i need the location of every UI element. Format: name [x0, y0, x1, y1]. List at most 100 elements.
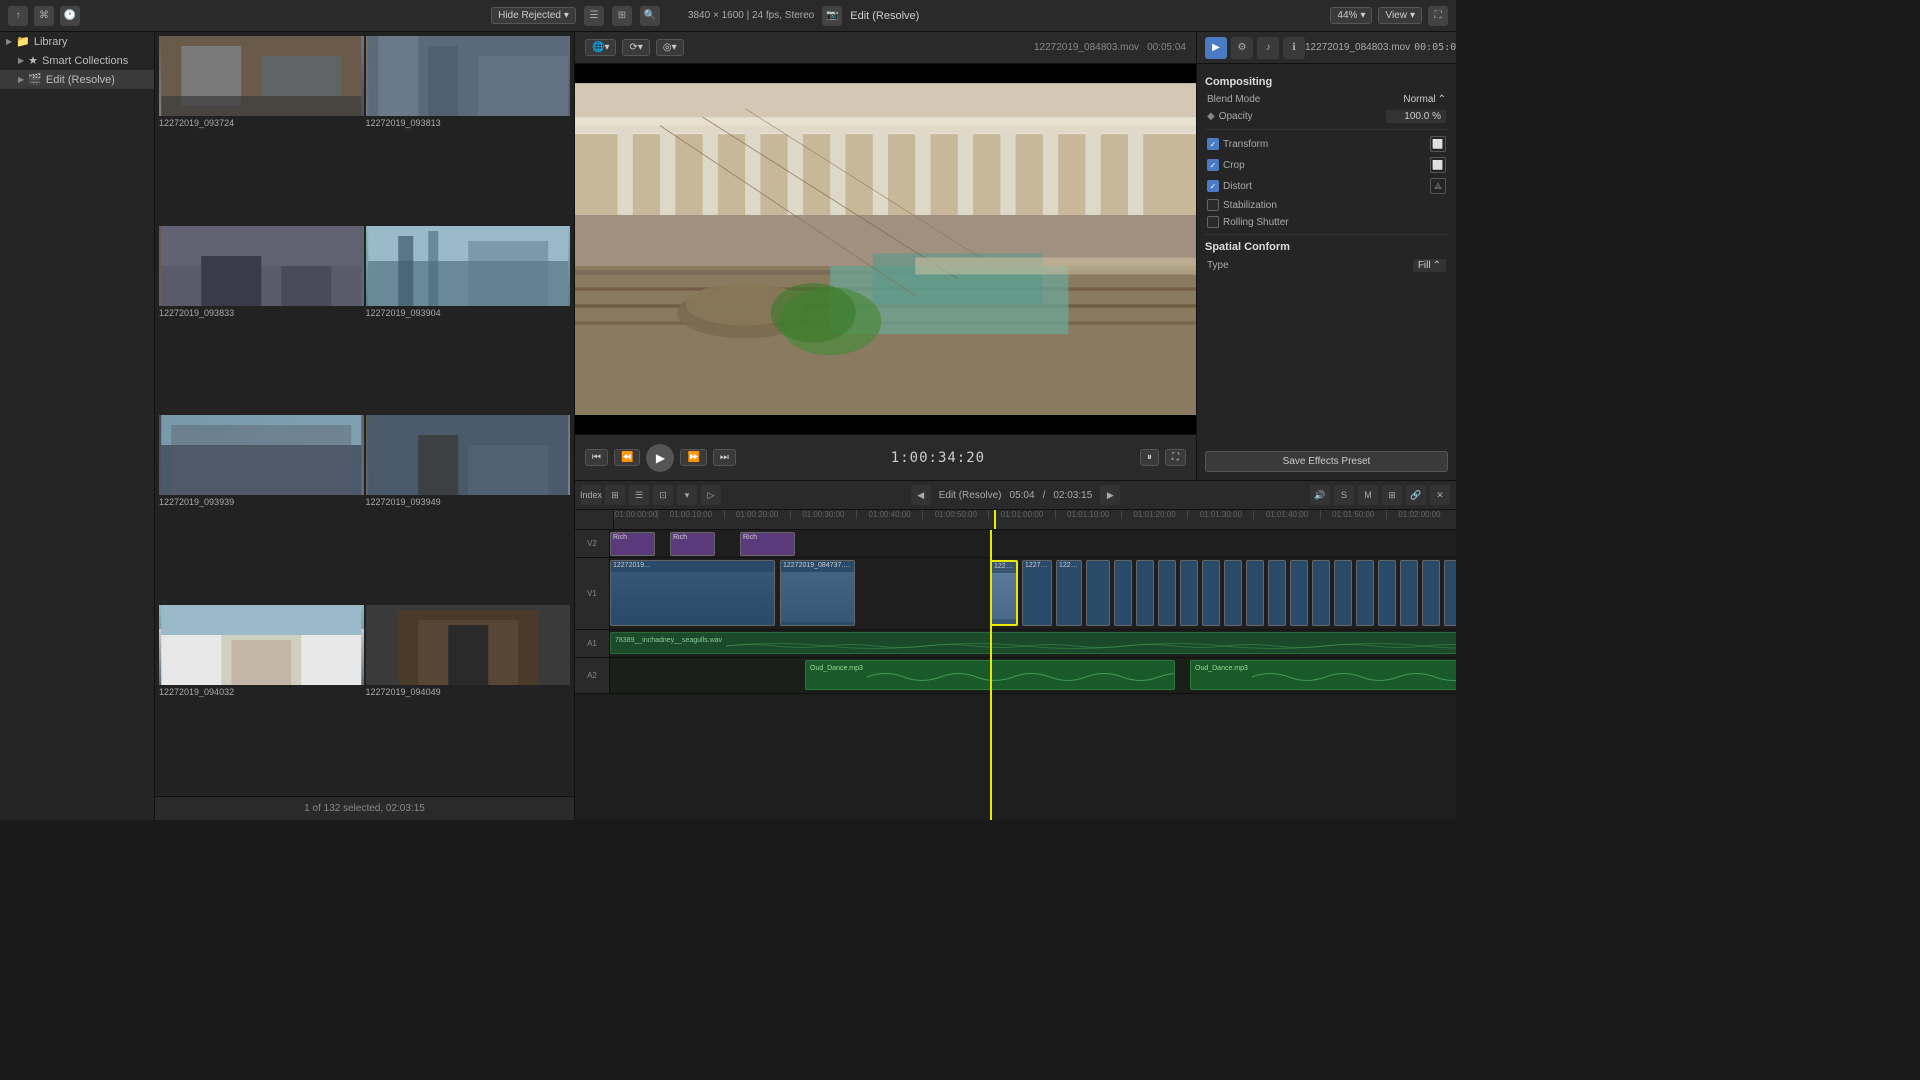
thumbnail-label: 12272019_093813	[366, 116, 571, 130]
list-view-icon[interactable]: ☰	[584, 6, 604, 26]
clip-v1-8[interactable]	[1158, 560, 1176, 626]
clip-v1-16[interactable]	[1334, 560, 1352, 626]
view-button[interactable]: View ▾	[1378, 7, 1422, 24]
inspector-audio-icon[interactable]: ♪	[1257, 37, 1279, 59]
search-icon[interactable]: 🔍	[640, 6, 660, 26]
fullscreen-icon[interactable]: ⛶	[1428, 6, 1448, 26]
tl-btn-5[interactable]: ▷	[701, 485, 721, 505]
rolling-shutter-checkbox[interactable]	[1207, 216, 1219, 228]
a1-content: 78389__inchadney__seagulls.wav Oud_Dance…	[610, 630, 1456, 657]
tl-snap-btn[interactable]: ⊞	[1382, 485, 1402, 505]
tl-solo-btn[interactable]: S	[1334, 485, 1354, 505]
camera-icon[interactable]: 📷	[822, 6, 842, 26]
zoom-control[interactable]: 44% ▾	[1330, 7, 1372, 24]
key-icon[interactable]: ⌘	[34, 6, 54, 26]
distort-checkbox[interactable]: ✓	[1207, 180, 1219, 192]
pause-btn[interactable]: ⏸	[1140, 449, 1159, 466]
clip-v1-18[interactable]	[1378, 560, 1396, 626]
tl-close-btn[interactable]: ✕	[1430, 485, 1450, 505]
type-dropdown[interactable]: Fill ⌃	[1413, 259, 1446, 272]
clip-v1-13[interactable]	[1268, 560, 1286, 626]
tl-btn-2[interactable]: ☰	[629, 485, 649, 505]
sidebar-item-library[interactable]: ▶ 📁 Library	[0, 32, 154, 51]
clip-v1-21[interactable]	[1444, 560, 1456, 626]
clip-v1-12[interactable]	[1246, 560, 1264, 626]
clip-v1-9[interactable]	[1180, 560, 1198, 626]
clip-rich-2[interactable]: Rich	[670, 532, 715, 556]
transport-prev-btn[interactable]: ⏮	[585, 449, 608, 466]
distort-expand-icon[interactable]: ⟁	[1430, 178, 1446, 194]
sidebar-item-smart-collections[interactable]: ▶ ★ Smart Collections	[0, 51, 154, 70]
hide-rejected-button[interactable]: Hide Rejected ▾	[491, 7, 576, 24]
timeline-ruler: 01:00:00:00 01:00:10:00 01:00:20:00 01:0…	[575, 510, 1456, 530]
thumbnail-label: 12272019_094032	[159, 685, 364, 699]
viewer-effect-btn[interactable]: ◎▾	[656, 39, 684, 56]
inspector-content: Compositing Blend Mode Normal ⌃ ◆	[1197, 64, 1456, 443]
viewer-globe-btn[interactable]: 🌐▾	[585, 39, 616, 56]
thumbnail-item[interactable]: 12272019_093833	[159, 226, 364, 414]
inspector-info-icon[interactable]: ℹ	[1283, 37, 1305, 59]
clip-rich-3[interactable]: Rich	[740, 532, 795, 556]
thumbnail-item[interactable]: 12272019_093724	[159, 36, 364, 224]
thumbnail-item[interactable]: 12272019_093904	[366, 226, 571, 414]
crop-expand-icon[interactable]: ⬜	[1430, 157, 1446, 173]
track-area: V2 Rich Rich Rich	[575, 530, 1456, 820]
thumbnail-item[interactable]: 12272019_093949	[366, 415, 571, 603]
crop-checkbox[interactable]: ✓	[1207, 159, 1219, 171]
clip-v1-6[interactable]	[1114, 560, 1132, 626]
transform-checkbox[interactable]: ✓	[1207, 138, 1219, 150]
sidebar-item-edit-resolve[interactable]: ▶ 🎬 Edit (Resolve)	[0, 70, 154, 89]
stabilization-checkbox[interactable]	[1207, 199, 1219, 211]
clip-v1-20[interactable]	[1422, 560, 1440, 626]
inspector-filter-icon[interactable]: ⚙	[1231, 37, 1253, 59]
clip-v1-14[interactable]	[1290, 560, 1308, 626]
v2-content: Rich Rich Rich	[610, 530, 1456, 557]
a1-clip-seagulls[interactable]: 78389__inchadney__seagulls.wav	[610, 632, 1456, 654]
tl-btn-1[interactable]: ⊞	[605, 485, 625, 505]
rolling-shutter-label: Rolling Shutter	[1207, 216, 1289, 228]
clip-084737[interactable]: 12272019_084737.mov	[780, 560, 855, 626]
play-button[interactable]: ▶	[646, 444, 674, 472]
tl-audio-btn[interactable]: 🔊	[1310, 485, 1330, 505]
tl-btn-4[interactable]: ▾	[677, 485, 697, 505]
clip-v1-7[interactable]	[1136, 560, 1154, 626]
clip-v1-11[interactable]	[1224, 560, 1242, 626]
save-preset-button[interactable]: Save Effects Preset	[1205, 451, 1448, 472]
a2-clip-1[interactable]: Oud_Dance.mp3	[805, 660, 1175, 690]
clip-selected[interactable]: 12272019_0...	[990, 560, 1018, 626]
clip-v1-3[interactable]: 12272...	[1022, 560, 1052, 626]
transport-next-btn[interactable]: ⏭	[713, 449, 736, 466]
thumbnail-item[interactable]: 12272019_093939	[159, 415, 364, 603]
clip-v1-15[interactable]	[1312, 560, 1330, 626]
tl-link-btn[interactable]: 🔗	[1406, 485, 1426, 505]
clock-icon[interactable]: 🕐	[60, 6, 80, 26]
tl-nav-right[interactable]: ▶	[1100, 485, 1120, 505]
blend-mode-dropdown[interactable]: Normal ⌃	[1403, 94, 1446, 105]
transport-back-btn[interactable]: ⏪	[614, 449, 640, 466]
tl-nav-left[interactable]: ◀	[911, 485, 931, 505]
opacity-row: ◆ Opacity 100.0 %	[1205, 110, 1448, 123]
arrow-up-icon[interactable]: ↑	[8, 6, 28, 26]
transport-forward-btn[interactable]: ⏩	[680, 449, 706, 466]
thumbnail-item[interactable]: 12272019_094032	[159, 605, 364, 793]
tl-btn-3[interactable]: ⊡	[653, 485, 673, 505]
index-button[interactable]: Index	[581, 485, 601, 505]
clip-v1-17[interactable]	[1356, 560, 1374, 626]
clip-v1-5[interactable]	[1086, 560, 1110, 626]
viewer-transform-btn[interactable]: ⟳▾	[622, 39, 649, 56]
thumbnail-item[interactable]: 12272019_094049	[366, 605, 571, 793]
viewer-controls: ⏮ ⏪ ▶ ⏩ ⏭ 1:00:34:20 ⏸ ⛶	[575, 434, 1196, 480]
clip-rich-1[interactable]: Rich	[610, 532, 655, 556]
tl-mute-btn[interactable]: M	[1358, 485, 1378, 505]
fullscreen-viewer-btn[interactable]: ⛶	[1165, 449, 1186, 466]
a2-clip-2[interactable]: Oud_Dance.mp3	[1190, 660, 1456, 690]
clip-v1-4[interactable]: 1227...	[1056, 560, 1082, 626]
inspector-video-icon[interactable]: ▶	[1205, 37, 1227, 59]
thumbnail-item[interactable]: 12272019_093813	[366, 36, 571, 224]
clip-v1-10[interactable]	[1202, 560, 1220, 626]
transform-expand-icon[interactable]: ⬜	[1430, 136, 1446, 152]
clip-v1-0[interactable]: 12272019...	[610, 560, 775, 626]
grid-view-icon[interactable]: ⊞	[612, 6, 632, 26]
clip-v1-19[interactable]	[1400, 560, 1418, 626]
project-name: Edit (Resolve)	[850, 10, 919, 22]
